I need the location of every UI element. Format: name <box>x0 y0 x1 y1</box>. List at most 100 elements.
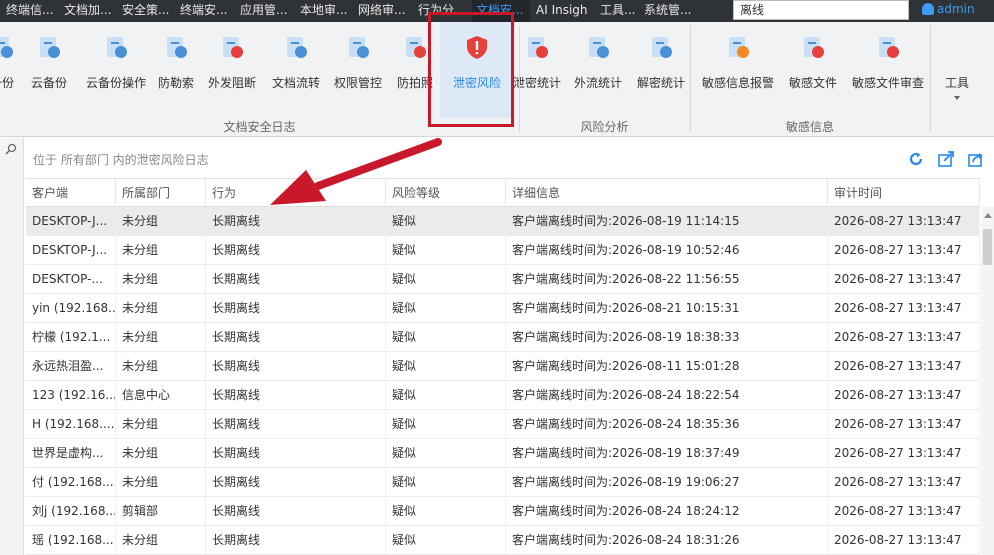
ribbon-button[interactable]: 外流统计 <box>568 22 628 118</box>
ribbon-button[interactable]: 云备份操作 <box>80 22 152 118</box>
decrypt-stats-icon <box>652 37 672 58</box>
ribbon-button[interactable]: 防拍照 <box>390 22 440 118</box>
table-cell: 客户端离线时间为:2026-08-24 18:35:36 <box>506 410 828 438</box>
table-row[interactable]: 刘j (192.168.... 剪辑部 长期离线 疑似 客户端离线时间为:2026-08… <box>26 497 980 526</box>
table-cell: 疑似 <box>386 323 506 351</box>
table-cell: 长期离线 <box>206 323 386 351</box>
search-icon[interactable] <box>5 143 17 155</box>
table-cell: 未分组 <box>116 468 206 496</box>
ribbon-button-label: 云备份操作 <box>85 76 146 90</box>
ribbon-button[interactable]: 泄密风险 <box>440 22 514 118</box>
ribbon-button-label: 泄密统计 <box>512 76 561 90</box>
permission-control-icon <box>349 37 369 58</box>
table-cell: 疑似 <box>386 381 506 409</box>
anti-photo-icon <box>406 37 426 58</box>
table-cell: 2026-08-27 13:13:47 <box>828 207 980 235</box>
table-row[interactable]: 柠檬 (192.1... 未分组 长期离线 疑似 客户端离线时间为:2026-08-19… <box>26 323 980 352</box>
ribbon-button[interactable]: 文档流转 <box>264 22 328 118</box>
table-row[interactable]: DESKTOP-J... 未分组 长期离线 疑似 客户端离线时间为:2026-08-19… <box>26 207 980 236</box>
table-cell: 长期离线 <box>206 497 386 525</box>
table-cell: 2026-08-27 13:13:47 <box>828 468 980 496</box>
table-cell: 永远热泪盈... <box>26 352 116 380</box>
top-tab[interactable]: 终端信... <box>2 0 58 22</box>
table-cell: 客户端离线时间为:2026-08-11 15:01:28 <box>506 352 828 380</box>
top-tab[interactable]: 网络审... <box>354 0 412 22</box>
table-cell: 2026-08-27 13:13:47 <box>828 294 980 322</box>
ribbon-button[interactable]: 工具 <box>934 22 980 118</box>
table-cell: 客户端离线时间为:2026-08-19 19:06:27 <box>506 468 828 496</box>
table-cell: DESKTOP-J... <box>26 236 116 264</box>
user-menu[interactable]: admin <box>922 0 975 22</box>
top-tab[interactable]: 文档安... <box>472 0 530 22</box>
left-collapse-strip[interactable] <box>0 138 24 555</box>
ribbon-button[interactable]: 泄密统计 <box>508 22 566 118</box>
ribbon-button[interactable]: 敏感文件审查 <box>846 22 930 118</box>
top-tab[interactable]: 安全策... <box>118 0 174 22</box>
group-separator <box>519 26 520 132</box>
table-cell: 未分组 <box>116 265 206 293</box>
info-bar: 位于 所有部门 内的泄密风险日志 <box>26 144 994 174</box>
table-cell: 客户端离线时间为:2026-08-19 18:37:49 <box>506 439 828 467</box>
ribbon-button-label: 防拍照 <box>396 76 433 90</box>
outflow-stats-icon <box>589 37 609 58</box>
table-row[interactable]: 付 (192.168.... 未分组 长期离线 疑似 客户端离线时间为:2026-08-… <box>26 468 980 497</box>
leak-stats-icon <box>528 37 548 58</box>
export-icon[interactable] <box>937 150 955 168</box>
top-tab[interactable]: 工具... <box>596 0 638 22</box>
table-cell: 客户端离线时间为:2026-08-19 18:38:33 <box>506 323 828 351</box>
ribbon-button[interactable]: 权限管控 <box>326 22 390 118</box>
column-header[interactable]: 风险等级 <box>386 179 506 207</box>
table-cell: 信息中心 <box>116 381 206 409</box>
table-cell: 疑似 <box>386 236 506 264</box>
top-tab[interactable]: 本地审... <box>296 0 352 22</box>
table-row[interactable]: DESKTOP-J... 未分组 长期离线 疑似 客户端离线时间为:2026-08-19… <box>26 236 980 265</box>
ribbon-button[interactable]: 敏感文件 <box>784 22 842 118</box>
table-cell: 疑似 <box>386 352 506 380</box>
table-cell: 客户端离线时间为:2026-08-19 10:52:46 <box>506 236 828 264</box>
table-row[interactable]: 永远热泪盈... 未分组 长期离线 疑似 客户端离线时间为:2026-08-11 15:… <box>26 352 980 381</box>
top-tab[interactable]: AI Insigh <box>532 0 594 22</box>
table-cell: 123 (192.16... <box>26 381 116 409</box>
table-row[interactable]: 世界是虚构... 未分组 长期离线 疑似 客户端离线时间为:2026-08-19 18:… <box>26 439 980 468</box>
table-cell: 刘j (192.168.... <box>26 497 116 525</box>
table-row[interactable]: H (192.168.... 未分组 长期离线 疑似 客户端离线时间为:2026-08-… <box>26 410 980 439</box>
table-row[interactable]: yin (192.168... 未分组 长期离线 疑似 客户端离线时间为:2026-08… <box>26 294 980 323</box>
ribbon-button[interactable]: 敏感信息报警 <box>694 22 782 118</box>
table-row[interactable]: DESKTOP-... 未分组 长期离线 疑似 客户端离线时间为:2026-08-22 … <box>26 265 980 294</box>
table-row[interactable]: 瑶 (192.168.... 未分组 长期离线 疑似 客户端离线时间为:2026-08-… <box>26 526 980 555</box>
top-tab[interactable]: 文档加... <box>60 0 116 22</box>
table-cell: 2026-08-27 13:13:47 <box>828 265 980 293</box>
table-cell: 长期离线 <box>206 381 386 409</box>
ribbon-button[interactable]: 外发阻断 <box>200 22 264 118</box>
table-cell: 2026-08-27 13:13:47 <box>828 497 980 525</box>
column-header[interactable]: 详细信息 <box>506 179 828 207</box>
vertical-scrollbar[interactable] <box>981 207 994 555</box>
table-cell: 剪辑部 <box>116 497 206 525</box>
scrollbar-thumb[interactable] <box>983 229 992 265</box>
top-tab[interactable]: 应用管... <box>236 0 294 22</box>
table-cell: 长期离线 <box>206 294 386 322</box>
column-header[interactable]: 所属部门 <box>116 179 206 207</box>
table-cell: 未分组 <box>116 323 206 351</box>
share-icon[interactable] <box>967 150 985 168</box>
top-tab[interactable]: 终端安... <box>176 0 234 22</box>
refresh-icon[interactable] <box>907 150 925 168</box>
top-tab[interactable]: 系统管... <box>640 0 696 22</box>
table-cell: 长期离线 <box>206 526 386 554</box>
ribbon-group-label: 风险分析 <box>580 120 629 134</box>
ribbon-button[interactable]: 防勒索 <box>150 22 202 118</box>
sensitive-file-icon <box>804 37 824 58</box>
column-header[interactable]: 行为 <box>206 179 386 207</box>
column-header[interactable]: 客户端 <box>26 179 116 207</box>
search-input[interactable]: 离线 <box>733 0 909 20</box>
table-row[interactable]: 123 (192.16... 信息中心 长期离线 疑似 客户端离线时间为:2026-08… <box>26 381 980 410</box>
table-cell: 客户端离线时间为:2026-08-24 18:24:12 <box>506 497 828 525</box>
column-header[interactable]: 审计时间 <box>828 179 980 207</box>
table-cell: 疑似 <box>386 497 506 525</box>
ribbon-button[interactable]: 解密统计 <box>630 22 692 118</box>
table-cell: 长期离线 <box>206 468 386 496</box>
ribbon-button[interactable]: 云备份 <box>20 22 78 118</box>
table-cell: 疑似 <box>386 207 506 235</box>
cloud-backup-operation-icon <box>107 37 127 58</box>
top-tab[interactable]: 行为分... <box>414 0 470 22</box>
